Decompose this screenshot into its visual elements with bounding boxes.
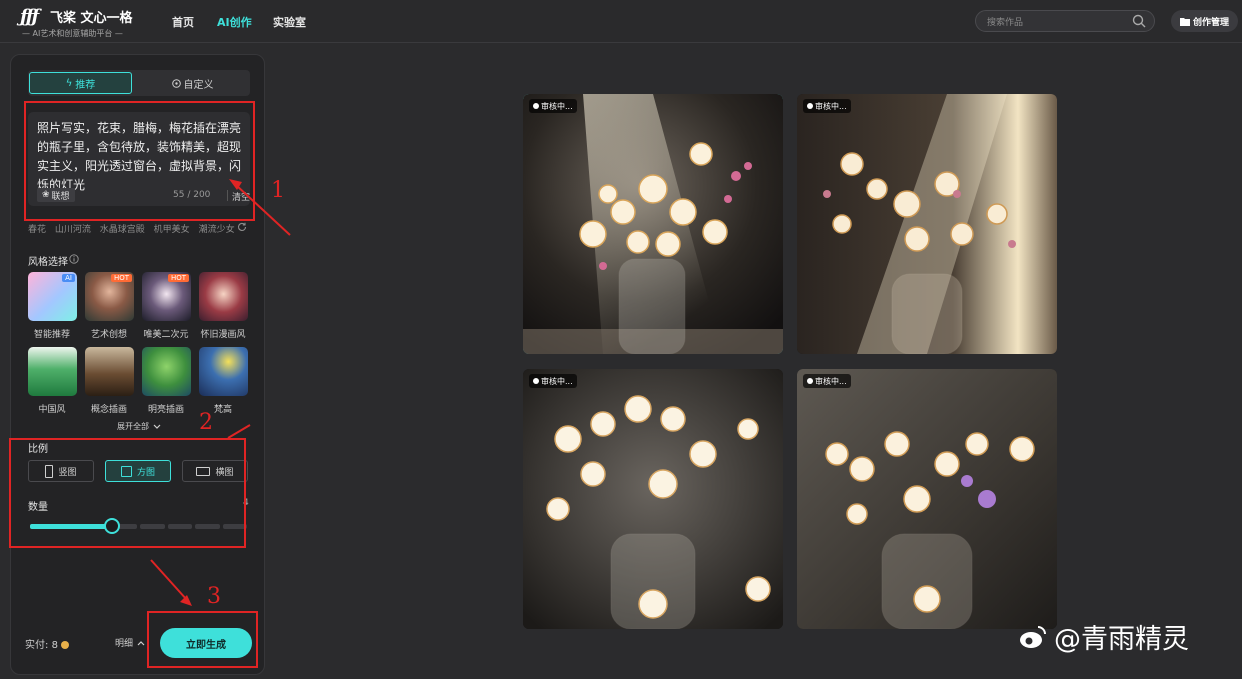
tag-chip[interactable]: 山川河流 bbox=[55, 225, 91, 235]
nav-lab[interactable]: 实验室 bbox=[273, 14, 306, 30]
tab-recommend[interactable]: ϟ 推荐 bbox=[29, 72, 132, 94]
ai-badge: AI bbox=[62, 274, 75, 282]
prompt-tags: 春花 山川河流 水晶球宫殿 机甲美女 潮流少女 bbox=[28, 222, 258, 235]
clock-icon bbox=[533, 103, 539, 109]
expand-all-label: 展开全部 bbox=[117, 422, 149, 431]
status-label: 审核中... bbox=[541, 101, 573, 111]
style-tile-bright[interactable] bbox=[142, 347, 191, 396]
style-tile-retro-comic[interactable] bbox=[199, 272, 248, 321]
clock-icon bbox=[807, 103, 813, 109]
nav-ai-create[interactable]: AI创作 bbox=[217, 14, 252, 30]
info-icon[interactable] bbox=[69, 254, 79, 264]
tab-recommend-label: 推荐 bbox=[75, 79, 96, 91]
lightning-icon: ϟ bbox=[65, 77, 73, 89]
style-tile-anime[interactable]: HOT bbox=[142, 272, 191, 321]
style-section-label: 风格选择 bbox=[28, 257, 68, 268]
status-badge: 审核中... bbox=[529, 374, 577, 388]
cost-display: 实付: 8 bbox=[25, 636, 69, 651]
status-label: 审核中... bbox=[541, 376, 573, 386]
status-badge: 审核中... bbox=[803, 99, 851, 113]
watermark: @青雨精灵 bbox=[1018, 617, 1189, 656]
nav-home[interactable]: 首页 bbox=[172, 14, 194, 30]
status-badge: 审核中... bbox=[529, 99, 577, 113]
status-label: 审核中... bbox=[815, 101, 847, 111]
hot-badge: HOT bbox=[167, 274, 189, 282]
search-icon[interactable] bbox=[1132, 14, 1146, 28]
creation-manage-label: 创作管理 bbox=[1192, 17, 1229, 28]
tag-chip[interactable]: 春花 bbox=[28, 225, 46, 235]
annotation-number: 3 bbox=[207, 584, 221, 609]
settings-icon bbox=[171, 78, 181, 88]
chevron-up-icon bbox=[137, 640, 145, 645]
style-name: 唯美二次元 bbox=[143, 330, 189, 340]
style-tile-van-gogh[interactable] bbox=[199, 347, 248, 396]
refresh-icon[interactable] bbox=[237, 222, 247, 232]
annotation-box-prompt bbox=[24, 101, 255, 221]
cost-label: 实付: bbox=[25, 640, 49, 651]
style-name: 怀旧漫画风 bbox=[200, 330, 246, 340]
folder-icon bbox=[1179, 17, 1190, 26]
expand-all-button[interactable]: 展开全部 bbox=[117, 421, 161, 432]
status-label: 审核中... bbox=[815, 376, 847, 386]
top-navbar: ƒƒƒ 飞桨 文心一格 — AI艺术和创意辅助平台 — 首页 AI创作 实验室 … bbox=[0, 0, 1242, 43]
search-input[interactable]: 搜索作品 bbox=[975, 10, 1155, 32]
result-image[interactable]: 审核中... bbox=[797, 369, 1057, 629]
logo-title: 飞桨 文心一格 bbox=[50, 11, 133, 26]
tag-chip[interactable]: 水晶球宫殿 bbox=[100, 225, 145, 235]
style-tile-art[interactable]: HOT bbox=[85, 272, 134, 321]
annotation-box-generate bbox=[147, 611, 258, 668]
result-image[interactable]: 审核中... bbox=[523, 369, 783, 629]
status-badge: 审核中... bbox=[803, 374, 851, 388]
tag-chip[interactable]: 潮流少女 bbox=[199, 225, 235, 235]
coin-icon bbox=[60, 641, 69, 649]
detail-label: 明细 bbox=[115, 639, 134, 649]
chevron-down-icon bbox=[153, 424, 161, 429]
logo[interactable]: ƒƒƒ 飞桨 文心一格 — AI艺术和创意辅助平台 — bbox=[20, 6, 133, 38]
weibo-icon bbox=[1020, 625, 1046, 648]
tab-custom-label: 自定义 bbox=[183, 79, 214, 91]
tab-custom[interactable]: 自定义 bbox=[141, 72, 244, 94]
mode-tabs: ϟ 推荐 自定义 bbox=[28, 70, 250, 96]
result-image[interactable]: 审核中... bbox=[797, 94, 1057, 354]
style-name: 明亮插画 bbox=[147, 405, 184, 415]
style-name: 概念插画 bbox=[90, 405, 127, 415]
style-tile-concept[interactable] bbox=[85, 347, 134, 396]
annotation-box-settings bbox=[9, 438, 246, 548]
annotation-number: 1 bbox=[271, 178, 285, 203]
generated-flower-image bbox=[523, 94, 783, 354]
cost-value: 8 bbox=[51, 640, 58, 651]
hot-badge: HOT bbox=[110, 274, 132, 282]
creation-manage-button[interactable]: 创作管理 bbox=[1171, 10, 1238, 32]
search-placeholder: 搜索作品 bbox=[987, 18, 1024, 28]
logo-subtitle: — AI艺术和创意辅助平台 — bbox=[22, 29, 123, 38]
style-tile-chinese[interactable] bbox=[28, 347, 77, 396]
clock-icon bbox=[533, 378, 539, 384]
annotation-number: 2 bbox=[199, 410, 213, 435]
style-name: 艺术创想 bbox=[90, 330, 127, 340]
detail-toggle[interactable]: 明细 bbox=[115, 636, 145, 649]
style-name: 中国风 bbox=[38, 405, 66, 415]
logo-mark: ƒƒƒ bbox=[20, 6, 39, 27]
generated-flower-image bbox=[797, 369, 1057, 629]
tag-chip[interactable]: 机甲美女 bbox=[154, 225, 190, 235]
result-image[interactable]: 审核中... bbox=[523, 94, 783, 354]
generated-flower-image bbox=[523, 369, 783, 629]
watermark-text: @青雨精灵 bbox=[1054, 624, 1189, 655]
generated-flower-image bbox=[797, 94, 1057, 354]
style-tile-smart[interactable]: AI bbox=[28, 272, 77, 321]
style-name: 智能推荐 bbox=[33, 330, 70, 340]
clock-icon bbox=[807, 378, 813, 384]
